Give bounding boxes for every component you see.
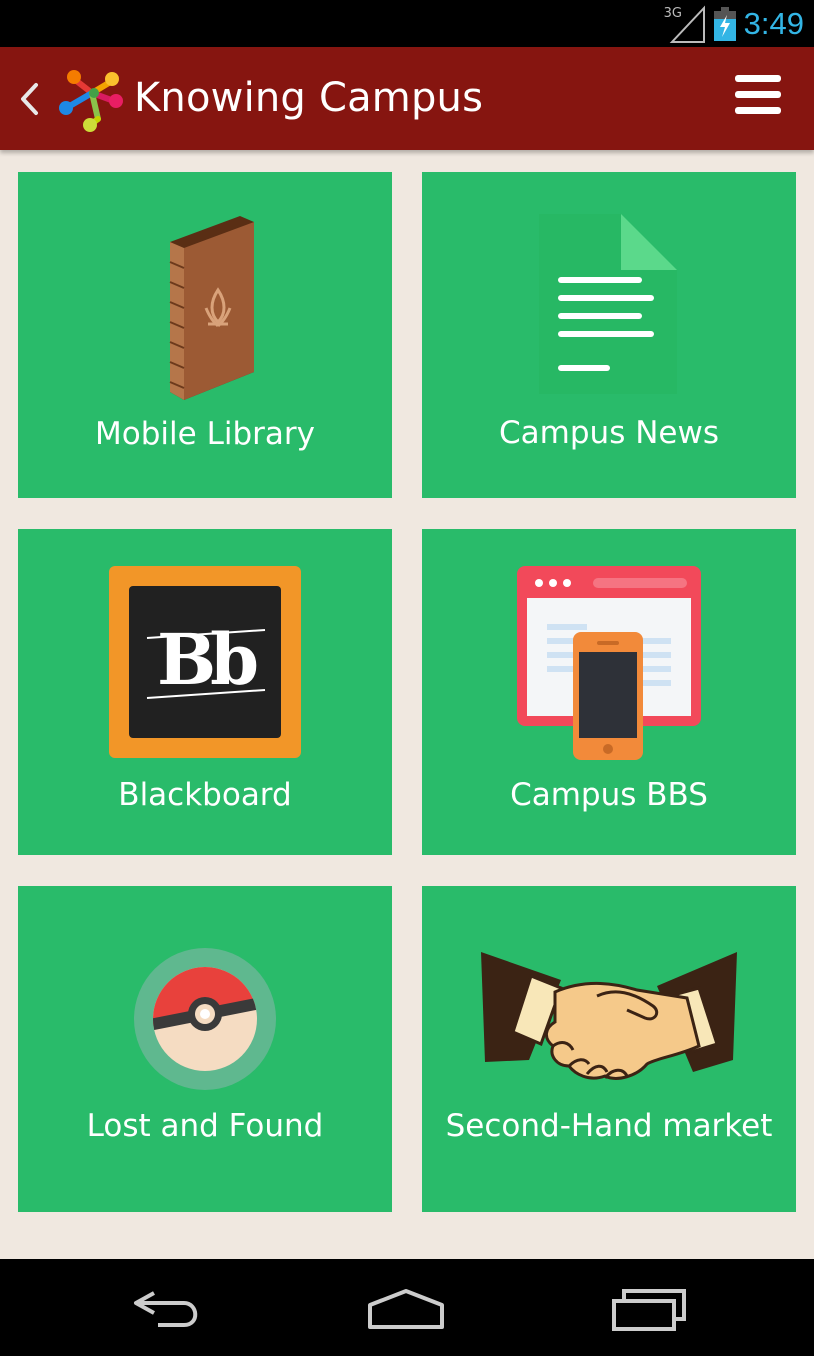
status-bar: 3G 3:49 [0,0,814,47]
tile-label: Blackboard [118,777,292,813]
page-title: Knowing Campus [134,75,484,121]
battery-charging-icon [713,6,736,41]
handshake-icon [481,952,737,1080]
tile-mobile-library[interactable]: Mobile Library [18,172,392,498]
signal-3g-icon: 3G [664,4,706,44]
chevron-left-icon[interactable] [18,81,42,117]
blackboard-logo-text: Bb [156,618,259,701]
tile-lost-and-found[interactable]: Lost and Found [18,886,392,1212]
tile-label: Second-Hand market [445,1108,773,1144]
tile-campus-bbs[interactable]: Campus BBS [422,529,796,855]
hamburger-menu-icon[interactable] [730,75,786,121]
recent-apps-icon[interactable] [610,1287,690,1331]
tile-label: Lost and Found [86,1108,324,1144]
tile-blackboard[interactable]: Bb Blackboard [18,529,392,855]
tile-second-hand-market[interactable]: Second-Hand market [422,886,796,1212]
tile-label: Campus News [499,415,719,451]
tile-campus-news[interactable]: Campus News [422,172,796,498]
back-arrow-icon[interactable] [128,1287,206,1331]
molecule-logo-icon [59,70,123,132]
blackboard-logo-icon: Bb [109,566,301,758]
browser-phone-icon [517,566,701,760]
pokeball-icon [134,948,276,1090]
document-icon [539,214,677,394]
book-icon [169,216,254,400]
clock: 3:49 [743,5,804,41]
app-bar: Knowing Campus [0,47,814,150]
system-nav-bar [0,1259,814,1356]
tile-label: Mobile Library [95,416,315,452]
home-icon[interactable] [364,1287,448,1331]
tile-label: Campus BBS [510,777,708,813]
